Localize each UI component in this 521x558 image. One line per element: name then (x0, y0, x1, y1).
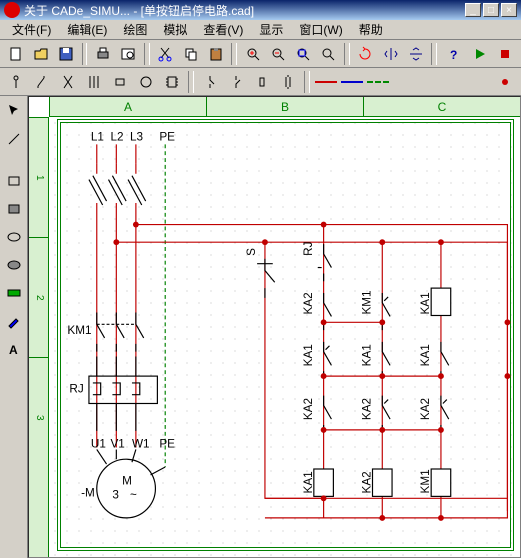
ruler-col: C (363, 97, 520, 116)
label-km1-2: KM1 (361, 290, 374, 314)
tool-rect-fill[interactable] (3, 198, 25, 220)
schematic[interactable]: L1 L2 L3 PE KM1 RJ U1 V1 W1 PE M 3 ~ -M … (49, 117, 520, 557)
label-ka1-3: KA1 (419, 292, 432, 314)
menu-file[interactable]: 文件(F) (4, 19, 59, 40)
zoom-out-button[interactable] (266, 42, 289, 66)
tool-pointer[interactable] (3, 100, 25, 122)
menu-view[interactable]: 查看(V) (195, 19, 251, 40)
label-rj: RJ (69, 383, 83, 396)
label-coil-km1: KM1 (419, 469, 432, 493)
comp-switch[interactable] (30, 70, 54, 94)
label-m: M (122, 475, 132, 488)
save-button[interactable] (54, 42, 77, 66)
side-toolbar: A (0, 96, 28, 558)
stop-button[interactable] (494, 42, 517, 66)
tool-ellipse[interactable] (3, 226, 25, 248)
new-button[interactable] (4, 42, 27, 66)
tool-ellipse-fill[interactable] (3, 254, 25, 276)
ruler-row: 1 (29, 117, 49, 237)
comp-coil[interactable] (108, 70, 132, 94)
label-pe2: PE (159, 437, 175, 450)
label-coil-ka2: KA2 (361, 471, 374, 493)
window-title: 关于 CADe_SIMU... - [单按钮启停电路.cad] (24, 2, 463, 19)
label-v1: V1 (110, 437, 124, 450)
tool-eyedrop[interactable] (3, 310, 25, 332)
copy-button[interactable] (179, 42, 202, 66)
line-dash-green[interactable] (366, 70, 390, 94)
label-s: S (245, 248, 258, 256)
svg-text:A: A (9, 343, 18, 357)
label-ka1-4: KA1 (419, 344, 432, 366)
comp-ic[interactable] (160, 70, 184, 94)
maximize-button[interactable]: □ (483, 3, 499, 17)
print-button[interactable] (91, 42, 114, 66)
print-preview-button[interactable] (117, 42, 140, 66)
label-pe: PE (159, 130, 175, 143)
menu-bar: 文件(F) 编辑(E) 绘图 模拟 查看(V) 显示 窗口(W) 帮助 (0, 20, 521, 40)
line-solid-blue[interactable] (340, 70, 364, 94)
comp-triple-fuse[interactable] (82, 70, 106, 94)
close-button[interactable]: × (501, 3, 517, 17)
menu-display[interactable]: 显示 (251, 19, 291, 40)
toolbar-2 (0, 68, 521, 96)
menu-window[interactable]: 窗口(W) (291, 19, 350, 40)
menu-simulate[interactable]: 模拟 (155, 19, 195, 40)
line-solid-red[interactable] (314, 70, 338, 94)
comp-relay[interactable] (250, 70, 274, 94)
ruler-horizontal: A B C (49, 97, 520, 117)
label-l2: L2 (110, 130, 123, 143)
toolbar-1: ? (0, 40, 521, 68)
ruler-col: A (49, 97, 206, 116)
label-l3: L3 (130, 130, 143, 143)
label-km1: KM1 (67, 324, 91, 337)
open-button[interactable] (29, 42, 52, 66)
label-ka2-4: KA2 (419, 398, 432, 420)
comp-contact-no[interactable] (4, 70, 28, 94)
label-u1: U1 (91, 437, 106, 450)
mirror-h-button[interactable] (379, 42, 402, 66)
zoom-fit-button[interactable] (317, 42, 340, 66)
label-ka1-2: KA1 (361, 344, 374, 366)
label-coil-ka1: KA1 (302, 471, 315, 493)
tool-line[interactable] (3, 128, 25, 150)
menu-draw[interactable]: 绘图 (115, 19, 155, 40)
app-icon (4, 2, 20, 18)
run-button[interactable] (469, 42, 492, 66)
node-red[interactable] (493, 70, 517, 94)
label-ka2-2: KA2 (302, 398, 315, 420)
menu-edit[interactable]: 编辑(E) (59, 19, 115, 40)
rotate-button[interactable] (354, 42, 377, 66)
label-m3: 3 (112, 488, 119, 501)
comp-motor[interactable] (134, 70, 158, 94)
tool-rect[interactable] (3, 170, 25, 192)
label-rj2: RJ (302, 242, 315, 256)
label-l1: L1 (91, 130, 104, 143)
zoom-window-button[interactable] (292, 42, 315, 66)
svg-text:?: ? (450, 48, 457, 62)
ruler-row: 3 (29, 357, 49, 477)
ruler-row: 2 (29, 237, 49, 357)
cut-button[interactable] (154, 42, 177, 66)
ruler-vertical: 1 2 3 (29, 117, 49, 557)
paste-button[interactable] (204, 42, 227, 66)
label-ka2-3: KA2 (361, 398, 374, 420)
label-ka1-1: KA1 (302, 344, 315, 366)
comp-cap[interactable] (276, 70, 300, 94)
minimize-button[interactable]: _ (465, 3, 481, 17)
comp-fuse[interactable] (56, 70, 80, 94)
label-negm: -M (81, 486, 95, 499)
tool-component[interactable] (3, 282, 25, 304)
label-mac: ~ (130, 488, 137, 501)
menu-help[interactable]: 帮助 (351, 19, 391, 40)
comp-nc-contact[interactable] (198, 70, 222, 94)
ruler-col: B (206, 97, 363, 116)
label-ka2-1: KA2 (302, 292, 315, 314)
help-button[interactable]: ? (441, 42, 464, 66)
comp-no-contact[interactable] (224, 70, 248, 94)
label-w1: W1 (132, 437, 150, 450)
drawing-canvas[interactable]: A B C 1 2 3 (28, 96, 521, 558)
tool-text[interactable]: A (3, 338, 25, 360)
mirror-v-button[interactable] (404, 42, 427, 66)
zoom-in-button[interactable] (241, 42, 264, 66)
